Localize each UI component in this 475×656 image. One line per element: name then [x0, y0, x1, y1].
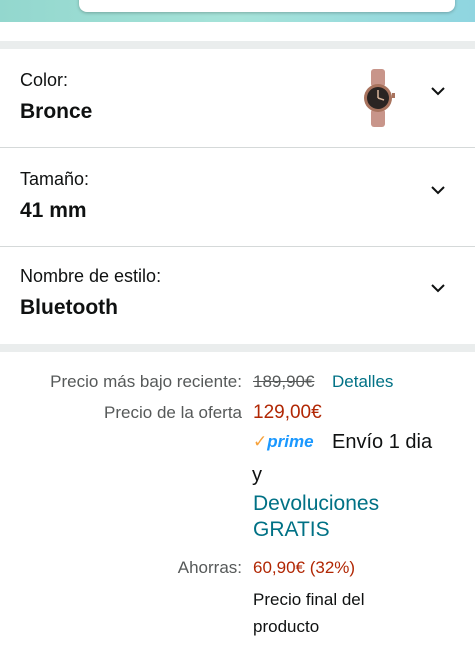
style-selector[interactable]: Nombre de estilo: Bluetooth	[0, 247, 475, 345]
section-divider	[0, 41, 475, 49]
watch-thumbnail-icon[interactable]	[359, 69, 397, 127]
deal-price-value: 129,00€	[253, 402, 322, 423]
size-value: 41 mm	[20, 199, 87, 222]
lowest-price-label: Precio más bajo reciente:	[50, 372, 242, 391]
prime-text: prime	[267, 432, 314, 451]
lowest-price-value: 189,90€	[253, 372, 315, 391]
color-value: Bronce	[20, 100, 93, 123]
final-price-note: Precio final del producto	[253, 586, 365, 640]
savings-label: Ahorras:	[177, 558, 242, 577]
chevron-down-icon[interactable]	[431, 281, 445, 295]
final-line1: Precio final del	[253, 590, 365, 609]
free-returns-link[interactable]: Devoluciones GRATIS	[253, 491, 379, 543]
chevron-down-icon[interactable]	[431, 84, 445, 98]
size-selector[interactable]: Tamaño: 41 mm	[0, 148, 475, 246]
shipping-text: Envío 1 dia	[332, 431, 433, 453]
chevron-down-icon[interactable]	[431, 183, 445, 197]
returns-line2: GRATIS	[253, 518, 330, 541]
returns-line1: Devoluciones	[253, 492, 380, 515]
style-value: Bluetooth	[20, 296, 118, 319]
savings-value: 60,90€ (32%)	[253, 558, 356, 577]
size-label: Tamaño:	[20, 169, 90, 189]
prime-logo-icon: ✓prime	[253, 432, 314, 452]
shipping-conjunction: y	[252, 464, 262, 486]
color-label: Color:	[20, 70, 69, 90]
section-divider	[0, 344, 475, 352]
details-link[interactable]: Detalles	[332, 372, 393, 392]
search-bar[interactable]	[79, 0, 455, 12]
deal-price-label: Precio de la oferta	[104, 403, 242, 422]
final-line2: producto	[253, 617, 320, 636]
style-label: Nombre de estilo:	[20, 266, 162, 286]
prime-check-icon: ✓	[253, 432, 268, 451]
color-selector[interactable]: Color: Bronce	[0, 49, 475, 147]
